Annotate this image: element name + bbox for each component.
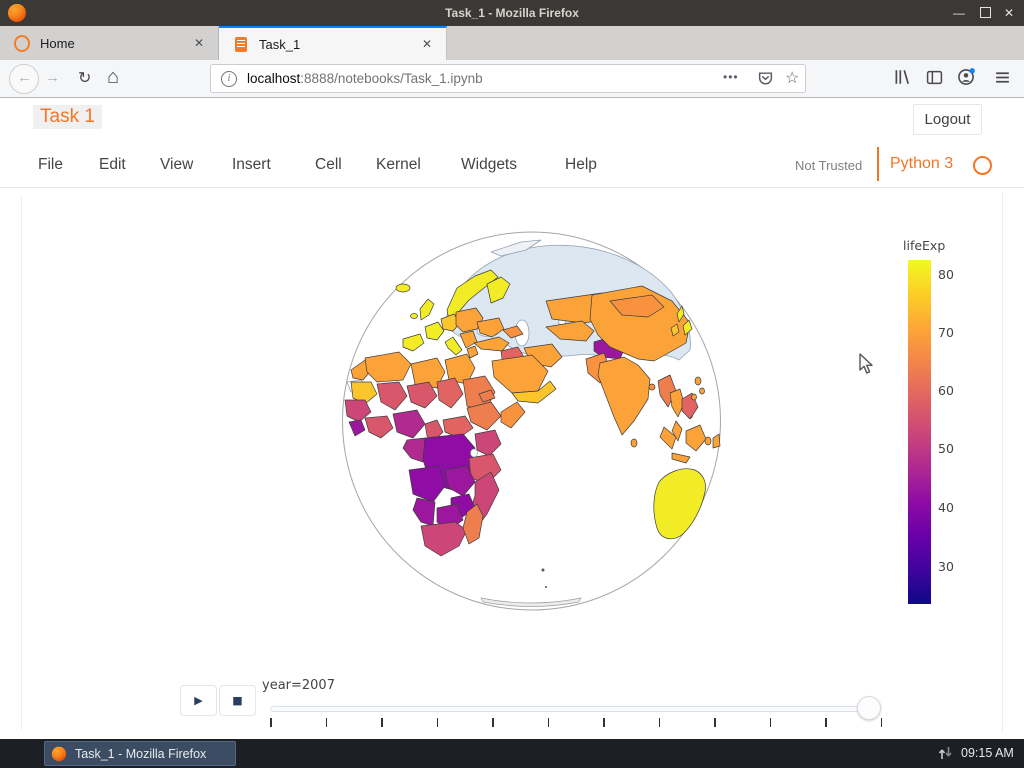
colorbar-tick: 70 (938, 325, 954, 340)
scrollbar-track[interactable] (1002, 192, 1003, 732)
menu-help[interactable]: Help (565, 156, 597, 174)
maximize-icon (979, 7, 991, 18)
slider-frame-label: year=2007 (262, 678, 335, 693)
menu-insert[interactable]: Insert (232, 156, 271, 174)
url-path: :8888/notebooks/Task_1.ipynb (300, 71, 483, 86)
slider-tick (492, 718, 494, 727)
home-icon[interactable]: ⌂ (107, 66, 119, 89)
forward-icon[interactable]: → (45, 69, 60, 86)
logout-button[interactable]: Logout (913, 104, 982, 135)
back-icon: ← (17, 69, 32, 86)
mouse-cursor (858, 353, 874, 380)
kernel-name: Python 3 (890, 155, 954, 172)
tab-home[interactable]: Home ✕ (0, 26, 219, 60)
slider-tick (714, 718, 716, 727)
taskbar-window-label: Task_1 - Mozilla Firefox (75, 746, 207, 761)
notebook-icon (233, 36, 249, 52)
url-bar[interactable]: i localhost:8888/notebooks/Task_1.ipynb … (210, 64, 806, 93)
slider-tick (603, 718, 605, 727)
colorbar-title: lifeExp (903, 238, 946, 253)
tab-task1[interactable]: Task_1 ✕ (219, 26, 447, 60)
menu-widgets[interactable]: Widgets (461, 156, 517, 174)
kernel-divider (877, 147, 879, 181)
url-text[interactable]: localhost:8888/notebooks/Task_1.ipynb (247, 71, 483, 86)
slider-tick (436, 718, 438, 727)
menu-hamburger-icon[interactable] (994, 69, 1011, 91)
colorbar-tick: 50 (938, 441, 954, 456)
tab-home-label: Home (40, 35, 75, 51)
slider-ticks (270, 718, 882, 728)
account-icon[interactable] (957, 68, 975, 91)
colorbar-gradient (908, 260, 931, 604)
maximize-button[interactable] (972, 0, 998, 27)
menu-kernel[interactable]: Kernel (376, 156, 421, 174)
tab-strip: Home ✕ Task_1 ✕ + (0, 26, 1024, 78)
minimize-button[interactable]: — (946, 0, 972, 26)
close-button[interactable]: ✕ (996, 0, 1022, 26)
sidebar-icon[interactable] (926, 69, 943, 91)
slider-tick (547, 718, 549, 727)
year-slider-track[interactable] (270, 706, 870, 712)
slider-tick (658, 718, 660, 727)
header-divider (0, 187, 1024, 188)
tab-task1-close-icon[interactable]: ✕ (422, 37, 432, 51)
menu-view[interactable]: View (160, 156, 193, 174)
bookmark-star-icon[interactable]: ☆ (785, 68, 799, 88)
globe-choropleth[interactable] (341, 230, 722, 612)
tab-task1-label: Task_1 (259, 36, 301, 52)
slider-tick (325, 718, 327, 727)
kernel-idle-icon (973, 156, 992, 175)
colorbar-tick: 40 (938, 500, 954, 515)
network-traffic-icon[interactable] (938, 745, 953, 766)
notebook-brand[interactable]: Task 1 (33, 105, 102, 129)
slider-tick (381, 718, 383, 727)
slider-tick (769, 718, 771, 727)
play-button[interactable]: ▶ (180, 685, 217, 716)
menu-file[interactable]: File (38, 156, 63, 174)
colorbar-tick: 30 (938, 559, 954, 574)
slider-tick (880, 718, 882, 727)
library-icon[interactable] (893, 68, 911, 91)
firefox-icon (51, 746, 67, 762)
colorbar-tick: 80 (938, 267, 954, 282)
screen: Task_1 - Mozilla Firefox — ✕ Home ✕ Task… (0, 0, 1024, 768)
stop-button[interactable]: ■ (219, 685, 256, 716)
slider-tick (270, 718, 272, 727)
back-button[interactable]: ← (9, 64, 39, 94)
menu-cell[interactable]: Cell (315, 156, 342, 174)
taskbar-clock: 09:15 AM (961, 746, 1014, 760)
window-title: Task_1 - Mozilla Firefox (445, 6, 579, 20)
colorbar-tick: 60 (938, 383, 954, 398)
window-titlebar: Task_1 - Mozilla Firefox — ✕ (0, 0, 1024, 26)
taskbar-window-button[interactable]: Task_1 - Mozilla Firefox (44, 741, 236, 766)
page-actions-icon[interactable]: ••• (723, 70, 739, 84)
reload-icon[interactable]: ↻ (78, 68, 91, 88)
url-host: localhost (247, 71, 301, 86)
pocket-icon[interactable] (757, 70, 774, 92)
site-info-icon[interactable]: i (221, 70, 237, 87)
slider-tick (825, 718, 827, 727)
tab-home-close-icon[interactable]: ✕ (194, 36, 204, 50)
cell-left-border (21, 196, 22, 730)
menu-edit[interactable]: Edit (99, 156, 126, 174)
trust-status: Not Trusted (795, 158, 863, 173)
jupyter-home-icon (14, 34, 30, 52)
year-slider-handle[interactable] (857, 696, 881, 720)
